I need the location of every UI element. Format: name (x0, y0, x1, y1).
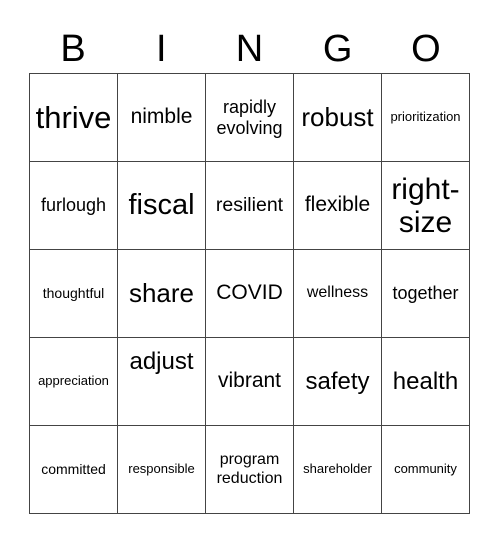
bingo-cell[interactable]: furlough (30, 162, 118, 250)
header-letter-n: N (235, 28, 264, 70)
header-letter-b: B (60, 28, 86, 70)
bingo-header: B I N G O (29, 24, 470, 74)
bingo-cell[interactable]: COVID (206, 250, 294, 338)
bingo-cell[interactable]: responsible (118, 426, 206, 514)
bingo-cell[interactable]: safety (294, 338, 382, 426)
bingo-cell[interactable]: shareholder (294, 426, 382, 514)
bingo-cell[interactable]: resilient (206, 162, 294, 250)
bingo-cell[interactable]: rapidly evolving (206, 74, 294, 162)
header-letter-o: O (411, 28, 441, 70)
bingo-cell[interactable]: prioritization (382, 74, 470, 162)
bingo-cell[interactable]: robust (294, 74, 382, 162)
bingo-cell[interactable]: vibrant (206, 338, 294, 426)
bingo-cell[interactable]: share (118, 250, 206, 338)
bingo-cell[interactable]: program reduction (206, 426, 294, 514)
bingo-cell[interactable]: nimble (118, 74, 206, 162)
bingo-cell[interactable]: appreciation (30, 338, 118, 426)
bingo-cell[interactable]: wellness (294, 250, 382, 338)
bingo-grid: thrive nimble rapidly evolving robust pr… (29, 73, 470, 514)
header-letter-g: G (322, 28, 353, 70)
bingo-cell[interactable]: flexible (294, 162, 382, 250)
bingo-cell[interactable]: right-size (382, 162, 470, 250)
bingo-cell[interactable]: health (382, 338, 470, 426)
header-letter-i: I (156, 28, 167, 70)
bingo-cell[interactable]: together (382, 250, 470, 338)
bingo-cell[interactable]: committed (30, 426, 118, 514)
bingo-cell[interactable]: thoughtful (30, 250, 118, 338)
bingo-cell[interactable]: fiscal (118, 162, 206, 250)
bingo-cell[interactable]: community (382, 426, 470, 514)
bingo-cell[interactable]: thrive (30, 74, 118, 162)
bingo-cell[interactable]: adjust (118, 338, 206, 426)
